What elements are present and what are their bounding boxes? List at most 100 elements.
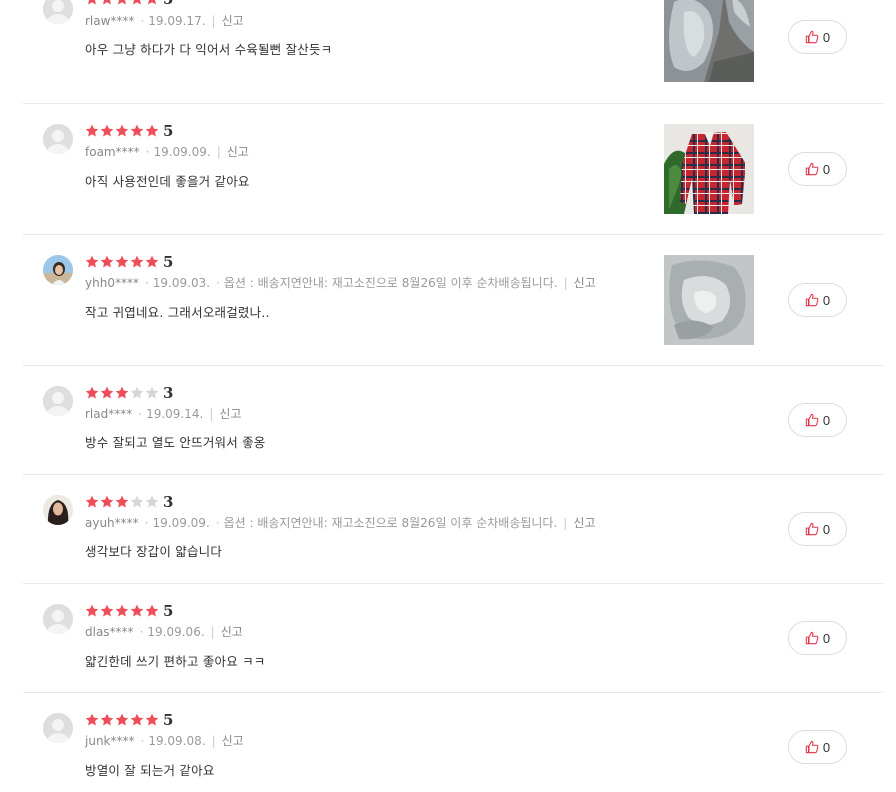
review-meta: junk**** · 19.09.08. | 신고 [85,734,244,748]
star-empty-icon [130,386,144,399]
divider [23,583,883,584]
review-date: 19.09.14. [146,407,204,421]
star-empty-icon [145,386,159,399]
star-filled-icon [145,124,159,137]
user-photo-avatar-icon [43,255,73,285]
like-button[interactable]: 0 [788,512,847,546]
star-filled-icon [100,495,114,508]
divider [23,692,883,693]
star-rating [85,254,160,270]
reviewer-id: dlas**** [85,625,134,639]
review-text: 방열이 잘 되는거 같아요 [85,763,215,778]
review-meta: yhh0**** · 19.09.03. · 옵션 : 배송지연안내: 재고소진으로 8… [85,276,596,290]
user-photo-avatar-icon [43,495,73,525]
star-filled-icon [115,124,129,137]
star-filled-icon [85,495,99,508]
like-button[interactable]: 0 [788,152,847,186]
star-filled-icon [85,604,99,617]
star-filled-icon [115,495,129,508]
star-rating [85,494,160,510]
star-filled-icon [133,0,141,5]
review-photo-silver-sleeve[interactable] [664,0,754,82]
divider [23,234,883,235]
reviewer-id: foam**** [85,145,140,159]
star-rating [85,123,160,139]
like-count: 0 [822,739,831,755]
report-link[interactable]: 신고 [573,516,595,530]
reviewer-id: rlad**** [85,407,133,421]
star-rating [85,603,160,619]
star-rating [85,0,160,7]
review-meta: foam**** · 19.09.09. | 신고 [85,145,249,159]
review-meta: rlad**** · 19.09.14. | 신고 [85,407,242,421]
star-filled-icon [100,255,114,268]
reviewer-id: junk**** [85,734,135,748]
star-filled-icon [145,255,159,268]
review-meta: dlas**** · 19.09.06. | 신고 [85,625,243,639]
like-count: 0 [822,292,831,308]
star-rating [85,712,160,728]
star-filled-icon [115,604,129,617]
thumbs-up-icon [805,631,819,645]
rating-score: 5 [163,122,174,140]
rating-score: 3 [163,493,174,511]
review-text: 방수 잘되고 열도 안뜨거워서 좋옹 [85,435,266,450]
review-meta: rlaw**** · 19.09.17. | 신고 [85,14,244,28]
divider [23,365,883,366]
like-button[interactable]: 0 [788,20,847,54]
star-filled-icon [103,0,111,5]
star-filled-icon [145,604,159,617]
star-filled-icon [100,713,114,726]
report-link[interactable]: 신고 [219,407,241,421]
star-filled-icon [100,386,114,399]
report-link[interactable]: 신고 [222,734,244,748]
review-meta: ayuh**** · 19.09.09. · 옵션 : 배송지연안내: 재고소진으로 8… [85,516,596,530]
default-avatar-icon [43,386,73,416]
purchase-option: 옵션 : 배송지연안내: 재고소진으로 8월26일 이후 순차배송됩니다. [223,276,558,290]
review-photo-silver-package[interactable] [664,255,754,345]
rating-score: 5 [163,0,173,7]
like-count: 0 [822,29,831,45]
report-link[interactable]: 신고 [221,625,243,639]
like-button[interactable]: 0 [788,730,847,764]
review-date: 19.09.06. [147,625,205,639]
default-avatar-icon [43,713,73,743]
like-count: 0 [822,161,831,177]
default-avatar-icon [43,0,73,24]
report-link[interactable]: 신고 [227,145,249,159]
star-filled-icon [85,386,99,399]
star-filled-icon [115,255,129,268]
thumbs-up-icon [805,740,819,754]
report-link[interactable]: 신고 [574,276,596,290]
star-filled-icon [130,604,144,617]
like-count: 0 [822,521,831,537]
like-button[interactable]: 0 [788,621,847,655]
star-filled-icon [118,0,126,5]
rating-score: 3 [163,384,174,402]
thumbs-up-icon [805,413,819,427]
star-rating [85,385,160,401]
review-date: 19.09.09. [152,516,210,530]
review-date: 19.09.09. [153,145,211,159]
star-filled-icon [148,0,156,5]
star-filled-icon [145,713,159,726]
star-empty-icon [130,495,144,508]
review-text: 아우 그냥 하다가 다 익어서 수육될뻔 잘산듯ㅋ [85,42,333,57]
reviewer-id: ayuh**** [85,516,139,530]
star-filled-icon [85,713,99,726]
like-count: 0 [822,630,831,646]
review-text: 작고 귀엽네요. 그래서오래걸렸나.. [85,305,270,320]
rating-score: 5 [163,711,174,729]
review-text: 생각보다 장갑이 얇습니다 [85,544,223,559]
review-date: 19.09.17. [148,14,206,28]
report-link[interactable]: 신고 [222,14,244,28]
like-button[interactable]: 0 [788,283,847,317]
reviewer-id: yhh0**** [85,276,139,290]
review-text: 얇긴한데 쓰기 편하고 좋아요 ㅋㅋ [85,654,266,669]
like-button[interactable]: 0 [788,403,847,437]
review-date: 19.09.08. [148,734,206,748]
review-photo-red-plaid-shirt[interactable] [664,124,754,214]
thumbs-up-icon [805,30,819,44]
reviewer-id: rlaw**** [85,14,135,28]
star-filled-icon [115,386,129,399]
